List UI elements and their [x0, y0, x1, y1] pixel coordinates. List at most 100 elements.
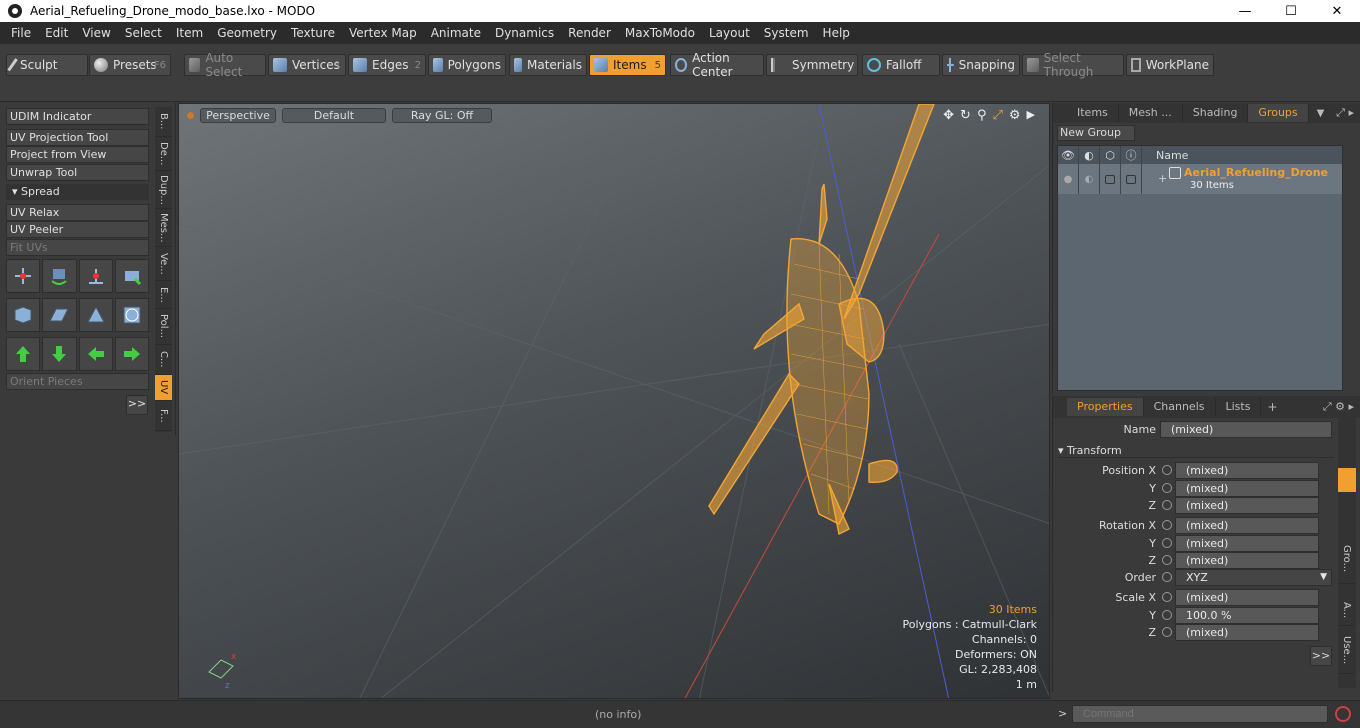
materials-button[interactable]: Materials — [509, 54, 587, 76]
rotation-x-key-dot[interactable] — [1162, 520, 1172, 530]
viewport-dot-icon[interactable] — [187, 111, 194, 119]
menu-view[interactable]: View — [75, 22, 117, 44]
menu-texture[interactable]: Texture — [284, 22, 342, 44]
maximize-button[interactable]: ☐ — [1268, 0, 1314, 22]
render-toggle-icon[interactable]: ◐ — [1079, 146, 1100, 164]
falloff-button[interactable]: Falloff — [862, 54, 940, 76]
properties-more-button[interactable]: >> — [1310, 646, 1332, 666]
raygl-toggle-button[interactable]: Ray GL: Off — [392, 107, 492, 123]
new-group-button[interactable]: New Group — [1057, 125, 1135, 141]
pan-icon[interactable]: ✥ — [943, 108, 954, 123]
vtab-vertex[interactable]: Ve... — [155, 247, 172, 281]
vtab-fusion[interactable]: F... — [155, 401, 172, 431]
menu-dynamics[interactable]: Dynamics — [488, 22, 561, 44]
polygons-button[interactable]: Polygons — [428, 54, 506, 76]
items-button[interactable]: Items 5 — [589, 54, 666, 76]
zoom-icon[interactable]: ⚲ — [977, 108, 987, 123]
position-z-key-dot[interactable] — [1162, 500, 1172, 510]
action-center-button[interactable]: Action Center — [670, 51, 764, 79]
viewport-settings-icon[interactable]: ⚙ — [1009, 108, 1021, 123]
transform-section-header[interactable]: ▾ Transform — [1058, 444, 1334, 458]
scale-x-field[interactable]: (mixed) — [1175, 589, 1319, 606]
side-tab-active-marker[interactable] — [1338, 468, 1356, 492]
tab-groups[interactable]: Groups — [1248, 104, 1309, 122]
uv-projection-tool-button[interactable]: UV Projection Tool — [6, 129, 149, 146]
menu-select[interactable]: Select — [118, 22, 169, 44]
side-tab-groups[interactable]: Gro... — [1338, 534, 1355, 584]
order-key-dot[interactable] — [1162, 572, 1172, 582]
uv-move-tool-icon[interactable] — [6, 259, 41, 293]
uv-grid-triangle-icon[interactable] — [78, 298, 113, 332]
menu-edit[interactable]: Edit — [38, 22, 75, 44]
vtab-edge[interactable]: E... — [155, 281, 172, 309]
uv-scale-tool-icon[interactable] — [78, 259, 113, 293]
close-button[interactable]: ✕ — [1314, 0, 1360, 22]
rotation-x-field[interactable]: (mixed) — [1175, 517, 1319, 534]
rotation-z-field[interactable]: (mixed) — [1175, 552, 1319, 569]
visibility-eye-icon[interactable]: 👁 — [1058, 146, 1079, 164]
tab-mesh[interactable]: Mesh ... — [1119, 104, 1183, 122]
more-tools-button[interactable]: >> — [126, 395, 148, 415]
group-lock-checkbox[interactable] — [1100, 164, 1121, 194]
project-from-view-button[interactable]: Project from View — [6, 146, 149, 163]
group-select-checkbox[interactable] — [1121, 164, 1142, 194]
position-z-field[interactable]: (mixed) — [1175, 497, 1319, 514]
uv-transform-tool-icon[interactable] — [114, 259, 149, 293]
select-through-button[interactable]: Select Through — [1022, 51, 1124, 79]
vertices-button[interactable]: Vertices 1 — [268, 54, 346, 76]
group-visibility-icon[interactable]: ● — [1058, 164, 1079, 194]
vtab-polygon[interactable]: Pol... — [155, 309, 172, 345]
fit-uvs-button[interactable]: Fit UVs — [6, 239, 149, 256]
tab-channels[interactable]: Channels — [1144, 398, 1216, 416]
menu-render[interactable]: Render — [561, 22, 618, 44]
rotation-y-key-dot[interactable] — [1162, 538, 1172, 548]
menu-system[interactable]: System — [757, 22, 816, 44]
properties-expand-icon[interactable]: ⤢ ⚙ ▸ — [1323, 400, 1354, 414]
viewport-menu-arrow-icon[interactable]: ▶ — [1027, 108, 1035, 123]
command-history-icon[interactable] — [1335, 706, 1351, 722]
side-tab-assembly[interactable]: A... — [1338, 596, 1355, 626]
uv-grid-cube-icon[interactable] — [6, 298, 41, 332]
menu-layout[interactable]: Layout — [702, 22, 757, 44]
scale-y-key-dot[interactable] — [1162, 610, 1172, 620]
unwrap-tool-button[interactable]: Unwrap Tool — [6, 164, 149, 181]
vtab-basic[interactable]: B... — [155, 107, 172, 137]
rotation-z-key-dot[interactable] — [1162, 555, 1172, 565]
presets-button[interactable]: Presets F6 — [89, 54, 171, 76]
spread-section-header[interactable]: ▾ Spread — [6, 184, 149, 200]
scale-z-field[interactable]: (mixed) — [1175, 624, 1319, 641]
group-name[interactable]: Aerial_Refueling_Drone — [1184, 166, 1328, 179]
menu-animate[interactable]: Animate — [424, 22, 488, 44]
scale-z-key-dot[interactable] — [1162, 627, 1172, 637]
arrow-right-icon[interactable] — [114, 337, 149, 371]
uv-grid-plane-icon[interactable] — [42, 298, 77, 332]
vtab-mesh[interactable]: Mes... — [155, 209, 172, 247]
shading-style-button[interactable]: Default — [282, 107, 386, 123]
arrow-up-icon[interactable] — [6, 337, 41, 371]
tab-properties[interactable]: Properties — [1067, 398, 1144, 416]
lock-column-icon[interactable]: ⬡ — [1100, 146, 1121, 164]
menu-vertex-map[interactable]: Vertex Map — [342, 22, 424, 44]
menu-help[interactable]: Help — [816, 22, 857, 44]
orient-pieces-button[interactable]: Orient Pieces — [6, 373, 149, 390]
vtab-deform[interactable]: De... — [155, 137, 172, 171]
arrow-down-icon[interactable] — [42, 337, 77, 371]
uv-rotate-tool-icon[interactable] — [42, 259, 77, 293]
view-mode-button[interactable]: Perspective — [200, 107, 276, 123]
position-y-key-dot[interactable] — [1162, 483, 1172, 493]
menu-item[interactable]: Item — [169, 22, 210, 44]
command-input[interactable] — [1072, 705, 1328, 723]
orbit-icon[interactable]: ↻ — [960, 108, 971, 123]
position-x-field[interactable]: (mixed) — [1175, 462, 1319, 479]
auto-select-button[interactable]: Auto Select — [184, 51, 266, 79]
udim-indicator-button[interactable]: UDIM Indicator — [6, 108, 149, 125]
group-row[interactable]: ● ◐ + Aerial_Refueling_Drone 30 Items — [1058, 164, 1342, 194]
symmetry-button[interactable]: Symmetry — [766, 54, 858, 76]
group-render-icon[interactable]: ◐ — [1079, 164, 1100, 194]
uv-peeler-button[interactable]: UV Peeler — [6, 221, 149, 238]
menu-geometry[interactable]: Geometry — [210, 22, 284, 44]
rotation-y-field[interactable]: (mixed) — [1175, 535, 1319, 552]
vtab-uv[interactable]: UV — [155, 375, 172, 401]
uv-grid-sphere-icon[interactable] — [114, 298, 149, 332]
tab-shading[interactable]: Shading — [1183, 104, 1249, 122]
